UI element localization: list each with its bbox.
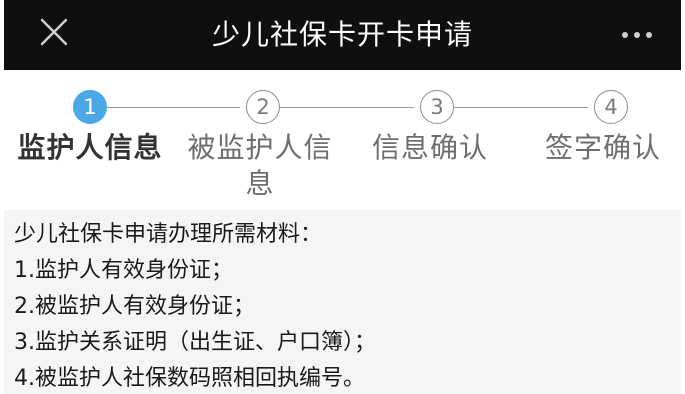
step-2-label-line2: 息 xyxy=(245,167,275,200)
step-2-circle[interactable]: 2 xyxy=(246,90,280,124)
more-options-button[interactable] xyxy=(617,18,657,52)
step-connector xyxy=(280,107,414,108)
more-horizontal-icon xyxy=(622,32,652,38)
step-4-circle[interactable]: 4 xyxy=(594,90,628,124)
step-3-circle[interactable]: 3 xyxy=(420,90,454,124)
page-title: 少儿社保卡开卡申请 xyxy=(211,18,473,51)
step-1-circle[interactable]: 1 xyxy=(73,90,107,124)
step-4-label: 签字确认 xyxy=(544,131,661,164)
step-connector xyxy=(454,107,588,108)
materials-heading: 少儿社保卡申请办理所需材料： xyxy=(14,222,323,247)
step-1-label: 监护人信息 xyxy=(17,131,163,164)
step-connector xyxy=(107,107,240,108)
top-nav-bar: 少儿社保卡开卡申请 xyxy=(4,0,681,70)
materials-item: 2.被监护人有效身份证； xyxy=(14,294,255,319)
step-2-label: 被监护人信 息 xyxy=(180,130,340,202)
progress-stepper: 1 2 3 4 监护人信息 被监护人信 息 信息确认 签字确认 xyxy=(0,70,685,210)
materials-item: 4.被监护人社保数码照相回执编号。 xyxy=(14,366,365,391)
step-3-label: 信息确认 xyxy=(371,131,488,164)
materials-item: 3.监护关系证明（出生证、户口簿）； xyxy=(14,330,376,355)
step-2-label-line1: 被监护人信 xyxy=(187,131,333,164)
app-screen: 少儿社保卡开卡申请 1 2 3 4 监护人信息 被监护人信 息 信息确认 签字确… xyxy=(0,0,685,394)
materials-item: 1.监护人有效身份证； xyxy=(14,258,233,283)
required-materials-panel: 少儿社保卡申请办理所需材料： 1.监护人有效身份证； 2.被监护人有效身份证； … xyxy=(4,210,681,394)
